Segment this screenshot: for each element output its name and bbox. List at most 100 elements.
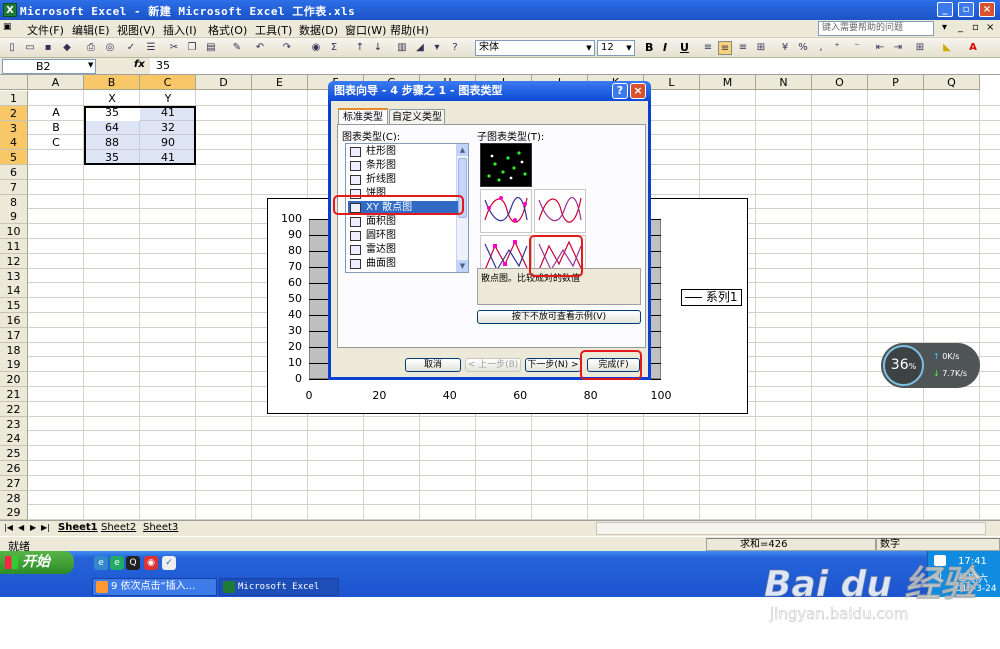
start-button[interactable]: 开始 [0, 551, 74, 574]
row-header-13[interactable]: 13 [0, 268, 28, 284]
chart-type-item[interactable]: 雷达图 [348, 243, 458, 257]
minimize-icon[interactable]: _ [937, 2, 953, 17]
save-icon[interactable]: ▪ [41, 41, 55, 55]
formula-input[interactable]: 35 [150, 58, 1000, 74]
print-icon[interactable]: ⎙ [84, 41, 98, 55]
first-sheet-icon[interactable]: |◀ [4, 523, 13, 532]
new-icon[interactable]: ▯ [5, 41, 19, 55]
decrease-indent-icon[interactable]: ⇤ [873, 41, 887, 55]
doc-minimize-icon[interactable]: _ [958, 22, 963, 33]
column-header-l[interactable]: L [644, 75, 700, 90]
ie-icon[interactable]: e [94, 556, 108, 570]
cell-c1[interactable]: Y [140, 92, 196, 106]
column-header-a[interactable]: A [28, 75, 84, 90]
font-name-select[interactable]: 宋体 ▼ [475, 40, 595, 56]
scroll-up-icon[interactable]: ▲ [457, 144, 468, 156]
row-header-6[interactable]: 6 [0, 165, 28, 180]
tab-sheet1[interactable]: Sheet1 [58, 522, 98, 533]
preview-sample-button[interactable]: 按下不放可查看示例(V) [477, 310, 641, 324]
doc-dropdown-icon[interactable]: ▾ [942, 22, 947, 33]
undo-icon[interactable]: ↶ [253, 41, 267, 55]
row-header-23[interactable]: 23 [0, 416, 28, 432]
close-icon[interactable]: × [630, 83, 646, 99]
column-header-p[interactable]: P [868, 75, 924, 90]
cell-b4[interactable]: 88 [84, 136, 140, 150]
chart-type-item[interactable]: 折线图 [348, 173, 458, 187]
close-icon[interactable]: × [979, 2, 995, 17]
spelling-icon[interactable]: ✓ [124, 41, 138, 55]
row-header-29[interactable]: 29 [0, 505, 28, 520]
tab-sheet2[interactable]: Sheet2 [101, 522, 136, 533]
qq-icon[interactable]: Q [126, 556, 140, 570]
row-header-24[interactable]: 24 [0, 431, 28, 447]
column-header-c[interactable]: C [140, 75, 196, 90]
font-color-icon[interactable]: A [966, 41, 980, 55]
row-header-3[interactable]: 3 [0, 120, 28, 136]
menu-tools[interactable]: 工具(T) [255, 22, 292, 38]
row-header-14[interactable]: 14 [0, 283, 28, 299]
doc-close-icon[interactable]: × [986, 22, 994, 33]
menu-file[interactable]: 文件(F) [27, 22, 64, 38]
scroll-down-icon[interactable]: ▼ [457, 260, 468, 272]
row-header-22[interactable]: 22 [0, 401, 28, 417]
row-header-10[interactable]: 10 [0, 224, 28, 240]
italic-button[interactable]: I [663, 41, 667, 54]
column-header-d[interactable]: D [196, 75, 252, 90]
doc-menu-icon[interactable]: ▣ [3, 22, 12, 32]
cell-b1[interactable]: X [84, 92, 140, 106]
percent-icon[interactable]: % [796, 41, 810, 55]
comma-icon[interactable]: , [814, 41, 828, 55]
chart-type-item[interactable]: 曲面图 [348, 257, 458, 271]
cell-c4[interactable]: 90 [140, 136, 196, 150]
sort-ascending-icon[interactable]: ↑ [353, 41, 367, 55]
subtype-smooth-no-markers[interactable] [534, 189, 586, 233]
cell-a3[interactable]: B [28, 121, 84, 135]
name-box[interactable]: B2 [2, 59, 96, 74]
row-header-15[interactable]: 15 [0, 298, 28, 314]
menu-window[interactable]: 窗口(W) [345, 22, 386, 38]
chart-type-item[interactable]: 条形图 [348, 159, 458, 173]
doc-restore-icon[interactable]: ▫ [972, 22, 979, 33]
decrease-decimal-icon[interactable]: ⁻ [850, 41, 864, 55]
show-desktop-icon[interactable]: ✓ [162, 556, 176, 570]
cut-icon[interactable]: ✂ [167, 41, 181, 55]
row-header-9[interactable]: 9 [0, 209, 28, 225]
permission-icon[interactable]: ◆ [60, 41, 74, 55]
cancel-button[interactable]: 取消 [405, 358, 461, 372]
back-button[interactable]: < 上一步(B) [465, 358, 521, 372]
help-icon[interactable]: ? [612, 83, 628, 99]
column-header-m[interactable]: M [700, 75, 756, 90]
tab-standard-types[interactable]: 标准类型 [338, 108, 388, 125]
cell-b3[interactable]: 64 [84, 121, 140, 135]
column-header-b[interactable]: B [84, 75, 140, 90]
tab-sheet3[interactable]: Sheet3 [143, 522, 178, 533]
column-header-e[interactable]: E [252, 75, 308, 90]
underline-button[interactable]: U [680, 41, 689, 54]
tab-custom-types[interactable]: 自定义类型 [389, 109, 445, 125]
menu-help[interactable]: 帮助(H) [390, 22, 429, 38]
merge-center-icon[interactable]: ⊞ [754, 41, 768, 55]
maximize-icon[interactable]: ▫ [958, 2, 974, 17]
research-icon[interactable]: ☰ [144, 41, 158, 55]
chart-wizard-icon[interactable]: ▥ [395, 41, 409, 55]
borders-icon[interactable]: ⊞ [913, 41, 927, 55]
dialog-title-bar[interactable]: 图表向导 - 4 步骤之 1 - 图表类型 ? × [328, 81, 651, 101]
app-icon[interactable]: ◉ [144, 556, 158, 570]
open-icon[interactable]: ▭ [23, 41, 37, 55]
window-title-bar[interactable]: X Microsoft Excel - 新建 Microsoft Excel 工… [0, 0, 1000, 20]
row-header-1[interactable]: 1 [0, 91, 28, 106]
row-header-7[interactable]: 7 [0, 179, 28, 195]
row-header-19[interactable]: 19 [0, 357, 28, 373]
insert-function-icon[interactable]: fx [134, 59, 145, 70]
zoom-icon[interactable]: ▾ [430, 41, 444, 55]
cell-c5[interactable]: 41 [140, 151, 196, 165]
cell-c3[interactable]: 32 [140, 121, 196, 135]
currency-icon[interactable]: ¥ [778, 41, 792, 55]
paste-icon[interactable]: ▤ [204, 41, 218, 55]
chart-type-item[interactable]: 面积图 [348, 215, 458, 229]
increase-indent-icon[interactable]: ⇥ [891, 41, 905, 55]
next-button[interactable]: 下一步(N) > [525, 358, 581, 372]
subtype-scatter-markers[interactable] [480, 143, 532, 187]
align-right-icon[interactable]: ≡ [736, 41, 750, 55]
copy-icon[interactable]: ❐ [185, 41, 199, 55]
